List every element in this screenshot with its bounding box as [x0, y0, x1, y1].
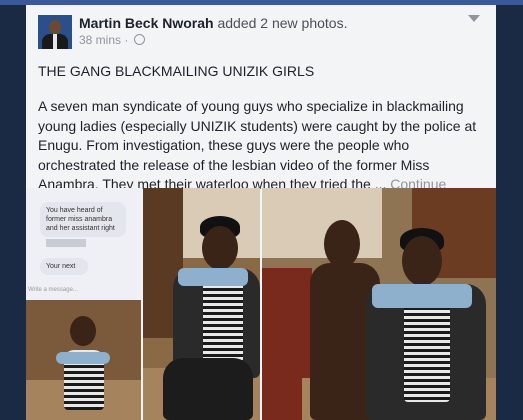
photo-suspect-small[interactable] — [26, 300, 141, 420]
photo-wall — [262, 188, 382, 258]
suspect-denim — [56, 352, 110, 364]
post-header: Martin Beck Nworah added 2 new photos. — [79, 15, 347, 31]
avatar-shirt — [53, 34, 57, 49]
post-time[interactable]: 38 mins — [79, 33, 121, 47]
post-action: added 2 new photos. — [213, 15, 348, 31]
suspect-head — [202, 226, 238, 270]
redacted-message — [46, 239, 86, 247]
chat-message-2: Your next — [40, 258, 88, 275]
suspect-head-back — [324, 220, 360, 268]
suspect-shirt — [404, 292, 450, 402]
photo-grid: You have heard of former miss anambra an… — [26, 188, 496, 420]
suspect-legs — [163, 358, 253, 420]
photo-suspects-group[interactable] — [262, 188, 496, 420]
chat-message-1: You have heard of former miss anambra an… — [40, 202, 126, 237]
avatar[interactable] — [38, 15, 72, 49]
photo-suspect-center[interactable] — [143, 188, 260, 420]
suspect-head — [70, 316, 96, 346]
avatar-face — [49, 20, 61, 34]
meta-separator: · — [124, 33, 129, 47]
globe-icon — [133, 34, 145, 45]
chevron-down-icon[interactable] — [468, 15, 480, 22]
post-title: THE GANG BLACKMAILING UNIZIK GIRLS — [38, 63, 315, 79]
post-card: Martin Beck Nworah added 2 new photos. 3… — [26, 5, 496, 420]
suspect-denim — [178, 268, 248, 286]
suspect-denim — [372, 284, 472, 308]
suspect-shirt — [203, 273, 243, 363]
suspect-head — [402, 236, 442, 286]
author-name[interactable]: Martin Beck Nworah — [79, 15, 214, 31]
chat-composer: Write a message... — [28, 287, 78, 293]
photo-chat-screenshot[interactable]: You have heard of former miss anambra an… — [26, 188, 141, 300]
post-meta: 38 mins · — [79, 33, 145, 47]
